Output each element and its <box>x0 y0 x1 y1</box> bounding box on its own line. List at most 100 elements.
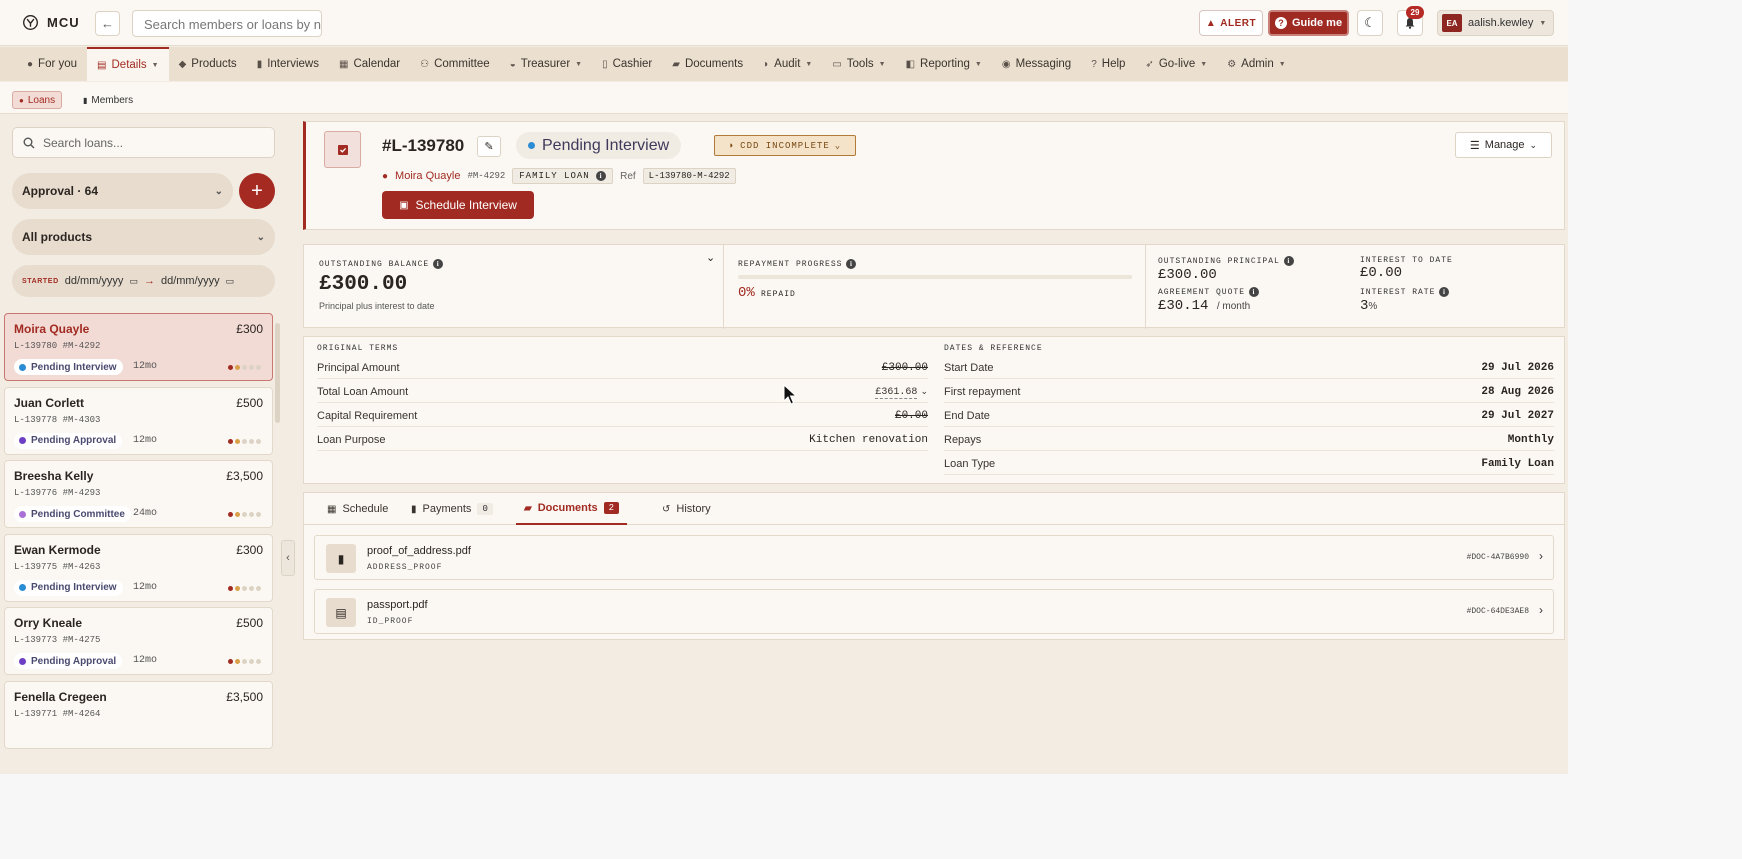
date-row: Repays Monthly <box>944 429 1554 451</box>
loan-search-input[interactable]: Search loans... <box>12 127 275 158</box>
info-icon[interactable]: i <box>1439 287 1450 297</box>
caret-down-icon: ▼ <box>575 60 583 68</box>
status-dot <box>19 363 26 371</box>
document-type: ADDRESS_PROOF <box>367 563 443 572</box>
nav-item-help[interactable]: ? Help <box>1081 47 1135 81</box>
loan-amount: £300 <box>236 542 263 557</box>
app-logo[interactable]: MCU <box>22 14 80 31</box>
interest-rate-label-text: INTEREST RATE <box>1360 287 1436 297</box>
tab-history[interactable]: ↺ History <box>654 493 719 525</box>
tab-documents[interactable]: ▰ Documents 2 <box>516 493 628 525</box>
tab-schedule[interactable]: ▦ Schedule <box>319 493 396 525</box>
date-to-input[interactable]: dd/mm/yyyy <box>161 275 220 287</box>
loan-status-label: Pending Interview <box>542 136 670 154</box>
document-row[interactable]: ▮ proof_of_address.pdf ADDRESS_PROOF #DOC-4… <box>314 535 1554 580</box>
shield-icon: ◗ <box>728 140 736 151</box>
nav-item-go-live[interactable]: ➶ Go-live ▼ <box>1135 47 1217 81</box>
progress-dot <box>235 659 240 664</box>
tab-members[interactable]: ▮ Members <box>77 91 139 109</box>
chevron-down-icon: ⌄ <box>214 185 223 197</box>
status-dot <box>19 584 26 591</box>
repayment-progress-label-text: REPAYMENT PROGRESS <box>738 259 843 269</box>
member-name-link[interactable]: Moira Quayle <box>395 170 460 182</box>
calendar-check-icon <box>324 131 361 168</box>
calendar-icon[interactable]: ▭ <box>129 276 138 287</box>
chevron-down-icon: ⌄ <box>256 231 265 243</box>
loan-list-item[interactable]: Ewan Kermode £300 L-139775 #M-4263 Pending … <box>4 533 273 602</box>
user-menu-button[interactable]: EA aalish.kewley ▼ <box>1437 10 1554 36</box>
calendar-icon: ▦ <box>327 503 337 515</box>
nav-item-audit[interactable]: ◗ Audit ▼ <box>753 47 822 81</box>
chevron-down-icon[interactable]: ⌄ <box>706 251 715 264</box>
status-label: Pending Approval <box>31 655 117 667</box>
nav-item-messaging[interactable]: ◉ Messaging <box>992 47 1081 81</box>
document-row[interactable]: ▤ passport.pdf ID_PROOF #DOC-64DE3AE8 › <box>314 589 1554 634</box>
progress-dot <box>256 512 261 517</box>
date-from-input[interactable]: dd/mm/yyyy <box>65 275 124 287</box>
manage-button[interactable]: ☰ Manage ⌄ <box>1455 132 1552 158</box>
global-search-input[interactable]: Search members or loans by nam <box>132 10 322 37</box>
loan-list-item[interactable]: Moira Quayle £300 L-139780 #M-4292 Pending … <box>4 313 273 381</box>
progress-dot <box>228 659 233 664</box>
progress-dot <box>228 365 233 370</box>
alert-button[interactable]: ▲ ALERT <box>1199 10 1263 36</box>
loan-list-item[interactable]: Juan Corlett £500 L-139778 #M-4303 Pending … <box>4 386 273 455</box>
info-icon[interactable]: i <box>846 259 857 269</box>
nav-item-cashier[interactable]: ▯ Cashier <box>592 47 662 81</box>
progress-dot <box>235 365 240 370</box>
interest-to-date-label: INTEREST TO DATE <box>1360 256 1453 265</box>
document-name: proof_of_address.pdf <box>367 545 471 557</box>
nav-item-products[interactable]: ◆ Products <box>169 47 247 81</box>
tab-label: History <box>676 503 711 515</box>
nav-item-documents[interactable]: ▰ Documents <box>662 47 753 81</box>
back-button[interactable]: ← <box>95 11 120 36</box>
guide-me-button[interactable]: ? Guide me <box>1268 10 1349 36</box>
add-loan-button[interactable]: + <box>239 173 275 209</box>
nav-item-treasurer[interactable]: ◒ Treasurer ▼ <box>500 47 592 81</box>
tab-label: Payments <box>422 503 472 515</box>
date-row: Start Date 29 Jul 2026 <box>944 357 1554 379</box>
nav-item-interviews[interactable]: ▮ Interviews <box>247 47 329 81</box>
loan-list-item[interactable]: Orry Kneale £500 L-139773 #M-4275 Pending A… <box>4 607 273 675</box>
nav-item-calendar[interactable]: ▦ Calendar <box>329 47 410 81</box>
info-icon[interactable]: i <box>1283 256 1294 266</box>
avatar: EA <box>1442 14 1462 32</box>
chevron-down-icon: ⌄ <box>1529 139 1538 150</box>
loan-reference: L-139775 #M-4263 <box>14 561 101 572</box>
started-label: STARTED <box>22 277 59 285</box>
caret-down-icon: ▼ <box>805 60 813 68</box>
receipt-icon: ▮ <box>411 503 417 515</box>
info-icon[interactable]: i <box>596 171 607 181</box>
nav-item-tools[interactable]: ▭ Tools ▼ <box>822 47 895 81</box>
loan-metrics-card: OUTSTANDING BALANCE i £300.00 Principal p… <box>303 244 1565 329</box>
nav-item-admin[interactable]: ⚙ Admin ▼ <box>1217 47 1296 81</box>
schedule-interview-button[interactable]: ▣ Schedule Interview <box>382 191 534 219</box>
loan-list-item[interactable]: Breesha Kelly £3,500 L-139776 #M-4293 Pendi… <box>4 460 273 528</box>
nav-item-details[interactable]: ▤ Details ▼ <box>87 47 169 81</box>
term-value-dropdown[interactable]: £361.68 ⌄ <box>875 385 928 399</box>
status-label: Pending Approval <box>31 435 117 446</box>
progress-dots <box>228 585 261 591</box>
product-filter-select[interactable]: All products ⌄ <box>12 219 275 255</box>
approval-filter-select[interactable]: Approval · 64 ⌄ <box>12 173 233 209</box>
magic-wand-button[interactable]: ✎ <box>477 136 501 157</box>
info-icon[interactable]: i <box>1249 287 1260 297</box>
loan-list-scroll-thumb[interactable] <box>275 323 280 423</box>
nav-item-reporting[interactable]: ◧ Reporting ▼ <box>896 47 992 81</box>
loan-list-item[interactable]: Fenella Cregeen £3,500 L-139771 #M-4264 <box>4 680 273 749</box>
collapse-sidebar-button[interactable]: ‹ <box>281 540 295 576</box>
tab-payments[interactable]: ▮ Payments 0 <box>403 493 501 525</box>
theme-toggle-button[interactable]: ☾ <box>1357 10 1383 36</box>
nav-item-for-you[interactable]: ● For you <box>17 47 87 81</box>
cdd-status-dropdown[interactable]: ◗ CDD INCOMPLETE ⌄ <box>714 135 856 156</box>
calendar-icon[interactable]: ▭ <box>226 276 235 287</box>
loan-reference: L-139771 #M-4264 <box>14 708 101 719</box>
chevron-down-icon: ⌄ <box>920 386 928 396</box>
loan-amount: £3,500 <box>226 689 263 704</box>
info-icon[interactable]: i <box>433 259 444 269</box>
nav-item-committee[interactable]: ⚇ Committee <box>410 47 500 81</box>
tab-loans[interactable]: ● Loans <box>12 91 63 109</box>
rocket-icon: ➶ <box>1145 58 1154 70</box>
chevron-left-icon: ‹ <box>286 552 290 564</box>
chevron-down-icon: ⌄ <box>834 140 842 151</box>
